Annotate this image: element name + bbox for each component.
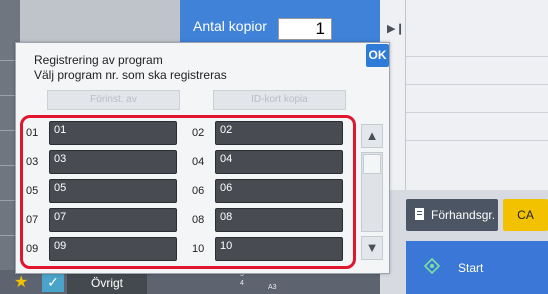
copies-label: Antal kopior bbox=[193, 18, 267, 34]
dialog-title: Registrering av program bbox=[34, 53, 163, 67]
preview-icon bbox=[414, 207, 426, 224]
preview-button[interactable]: Förhandsgr. bbox=[406, 199, 498, 231]
id-card-copy-button: ID-kort kopia bbox=[213, 90, 346, 110]
mini-label-2: 4 bbox=[240, 280, 244, 287]
other-button[interactable]: Övrigt bbox=[67, 273, 147, 294]
program-number: 05 bbox=[26, 185, 39, 197]
ok-button[interactable]: OK bbox=[366, 44, 389, 67]
program-number: 09 bbox=[26, 243, 39, 255]
program-number: 07 bbox=[26, 214, 39, 226]
program-slot-06[interactable]: 06 bbox=[215, 179, 343, 203]
right-panel bbox=[406, 0, 548, 190]
expand-arrow-icon: ▶❙ bbox=[387, 23, 405, 35]
program-number: 03 bbox=[26, 156, 39, 168]
program-number: 08 bbox=[192, 214, 205, 226]
program-slot-07[interactable]: 07 bbox=[49, 208, 177, 232]
program-number: 10 bbox=[192, 243, 205, 255]
program-number: 01 bbox=[26, 127, 39, 139]
preview-label: Förhandsgr. bbox=[431, 208, 496, 222]
star-icon[interactable]: ★ bbox=[14, 272, 28, 292]
program-number: 02 bbox=[192, 127, 205, 139]
checkmark-icon[interactable]: ✓ bbox=[42, 272, 64, 292]
program-slot-02[interactable]: 02 bbox=[215, 121, 343, 145]
ca-button[interactable]: CA bbox=[503, 199, 548, 231]
program-slot-01[interactable]: 01 bbox=[49, 121, 177, 145]
start-icon bbox=[423, 257, 441, 277]
copies-input[interactable]: 1 bbox=[278, 18, 332, 40]
program-slot-05[interactable]: 05 bbox=[49, 179, 177, 203]
program-number: 04 bbox=[192, 156, 205, 168]
program-slot-10[interactable]: 10 bbox=[215, 237, 343, 261]
program-slot-03[interactable]: 03 bbox=[49, 150, 177, 174]
scroll-down-button[interactable]: ▼ bbox=[361, 236, 383, 260]
preset-button: Förinst. av bbox=[47, 90, 180, 110]
mini-label-3: A3 bbox=[268, 284, 277, 291]
program-slot-08[interactable]: 08 bbox=[215, 208, 343, 232]
scroll-up-button[interactable]: ▲ bbox=[361, 124, 383, 148]
dialog-subtitle: Välj program nr. som ska registreras bbox=[34, 68, 227, 82]
start-button[interactable]: Start bbox=[406, 241, 548, 294]
start-label: Start bbox=[458, 260, 484, 275]
scrollbar-thumb[interactable] bbox=[363, 154, 381, 174]
program-slot-04[interactable]: 04 bbox=[215, 150, 343, 174]
program-slot-09[interactable]: 09 bbox=[49, 237, 177, 261]
program-number: 06 bbox=[192, 185, 205, 197]
